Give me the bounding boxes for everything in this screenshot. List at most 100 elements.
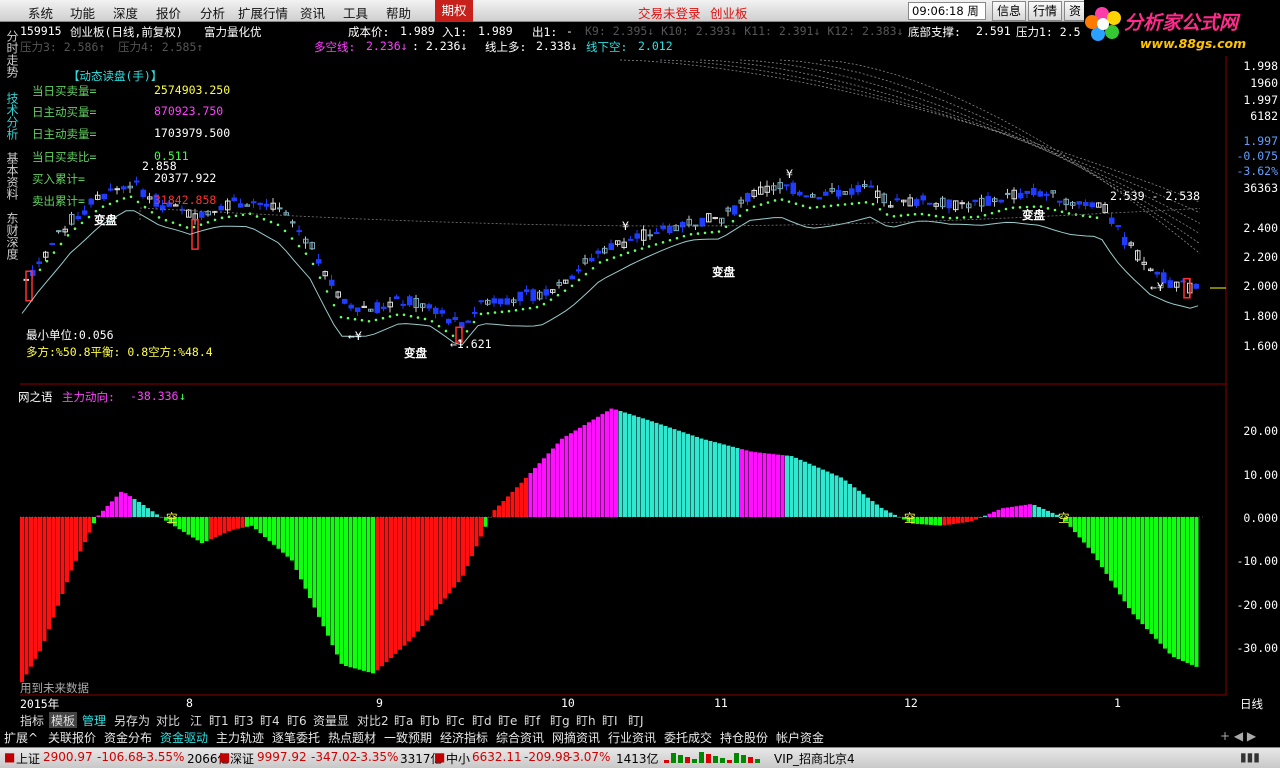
force-bar [1001, 508, 1005, 517]
trail-dot [927, 213, 931, 217]
func-hot-topics[interactable]: 热点题材 [328, 729, 376, 746]
candle-body [355, 307, 361, 313]
trail-dot [752, 205, 756, 208]
candle-body [472, 311, 478, 314]
tab-watch-g[interactable]: 盯g [550, 712, 570, 729]
tab-indicator[interactable]: 指标 [20, 712, 44, 729]
trail-dot [801, 204, 805, 208]
axis-2200: 2.200 [1243, 250, 1278, 264]
func-order-by-order[interactable]: 逐笔委托 [272, 729, 320, 746]
tab-watch-4[interactable]: 盯4 [260, 712, 280, 729]
func-fund-distribution[interactable]: 资金分布 [104, 729, 152, 746]
tab-volume-show[interactable]: 资量显 [313, 712, 349, 729]
tab-watch-a[interactable]: 盯a [394, 712, 413, 729]
force-bar [1005, 507, 1010, 517]
candle-body [985, 196, 991, 206]
func-related-quote[interactable]: 关联报价 [48, 729, 96, 746]
force-bar [803, 461, 807, 517]
candle-body [543, 289, 549, 296]
tab-watch-3[interactable]: 盯3 [234, 712, 254, 729]
status-mini-bar [741, 755, 746, 763]
tab-jiang[interactable]: 江 [190, 712, 202, 729]
func-consensus[interactable]: 一致预期 [384, 729, 432, 746]
force-bar [357, 517, 362, 670]
status-mini-bar [678, 755, 683, 763]
tab-watch-6[interactable]: 盯6 [287, 712, 307, 729]
force-bar [407, 517, 411, 642]
force-bar [893, 514, 897, 517]
tab-manage[interactable]: 管理 [82, 712, 106, 729]
trail-dot [878, 208, 882, 211]
candle-body [524, 289, 530, 293]
force-bar [258, 517, 263, 534]
trail-dot [892, 214, 896, 218]
force-bar [339, 517, 344, 664]
status-mini-bar [748, 757, 753, 763]
candle-body [1005, 192, 1011, 195]
trail-dot [605, 258, 609, 262]
force-bar [132, 499, 137, 517]
force-bar [69, 517, 74, 571]
candle-body [257, 202, 263, 206]
trail-dot [1018, 206, 1022, 209]
force-bar [254, 517, 258, 530]
yen-arrow-marker: ←¥ [348, 329, 362, 343]
func-main-force-track[interactable]: 主力轨迹 [216, 729, 264, 746]
tab-save-as[interactable]: 另存为 [114, 712, 150, 729]
zx-label[interactable]: 中小 [446, 750, 470, 767]
force-bar [182, 517, 186, 532]
force-bar [875, 504, 879, 517]
tab-template[interactable]: 模板 [49, 712, 78, 729]
trail-dot [185, 226, 189, 229]
trail-dot [675, 236, 679, 240]
force-bar [1140, 517, 1145, 625]
tab-watch-i[interactable]: 盯I [602, 712, 618, 729]
tab-watch-d[interactable]: 盯d [472, 712, 492, 729]
force-bar [1131, 517, 1136, 615]
sh-label[interactable]: 上证 [16, 750, 40, 767]
tab-watch-h[interactable]: 盯h [576, 712, 596, 729]
func-expand[interactable]: 扩展^ [4, 729, 38, 746]
tab-watch-f[interactable]: 盯f [524, 712, 540, 729]
tab-watch-1[interactable]: 盯1 [209, 712, 229, 729]
force-bar [929, 517, 933, 525]
func-holdings[interactable]: 持仓股份 [720, 729, 768, 746]
force-bar [816, 467, 821, 517]
force-bar [465, 517, 470, 566]
tab-watch-b[interactable]: 盯b [420, 712, 440, 729]
indicator-name[interactable]: 网之语 [18, 389, 53, 405]
trail-dot [304, 252, 308, 255]
tab-watch-j[interactable]: 盯J [628, 712, 644, 729]
trail-dot [934, 214, 938, 218]
func-industry-news[interactable]: 行业资讯 [608, 729, 656, 746]
sz-label[interactable]: 深证 [230, 750, 254, 767]
nav-arrows-icon[interactable]: + ◀ ▶ [1220, 729, 1256, 743]
trail-dot [990, 211, 994, 215]
candle-body [816, 197, 822, 200]
trail-dot [584, 272, 588, 276]
func-economic-indicators[interactable]: 经济指标 [440, 729, 488, 746]
force-bar [1113, 517, 1118, 588]
trail-dot [654, 243, 658, 246]
candle-body [790, 182, 796, 194]
trail-dot [1004, 207, 1008, 211]
tab-compare-2[interactable]: 对比2 [357, 712, 389, 729]
force-bar [780, 455, 785, 517]
candle-body [1109, 217, 1115, 224]
signal-icon: ▮▮▮ [1240, 750, 1260, 764]
force-bar [879, 507, 884, 517]
trail-dot [710, 230, 714, 234]
trail-dot [360, 318, 364, 322]
trail-dot [129, 195, 133, 199]
func-account-funds[interactable]: 帐户资金 [776, 729, 824, 746]
tab-compare[interactable]: 对比 [156, 712, 180, 729]
func-general-news[interactable]: 综合资讯 [496, 729, 544, 746]
force-bar [195, 517, 200, 541]
tab-watch-e[interactable]: 盯e [498, 712, 517, 729]
func-web-news[interactable]: 网摘资讯 [552, 729, 600, 746]
trail-dot [437, 324, 441, 328]
func-orders-trades[interactable]: 委托成交 [664, 729, 712, 746]
force-bar [974, 517, 978, 520]
tab-watch-c[interactable]: 盯c [446, 712, 465, 729]
func-fund-drive[interactable]: 资金驱动 [160, 729, 208, 746]
